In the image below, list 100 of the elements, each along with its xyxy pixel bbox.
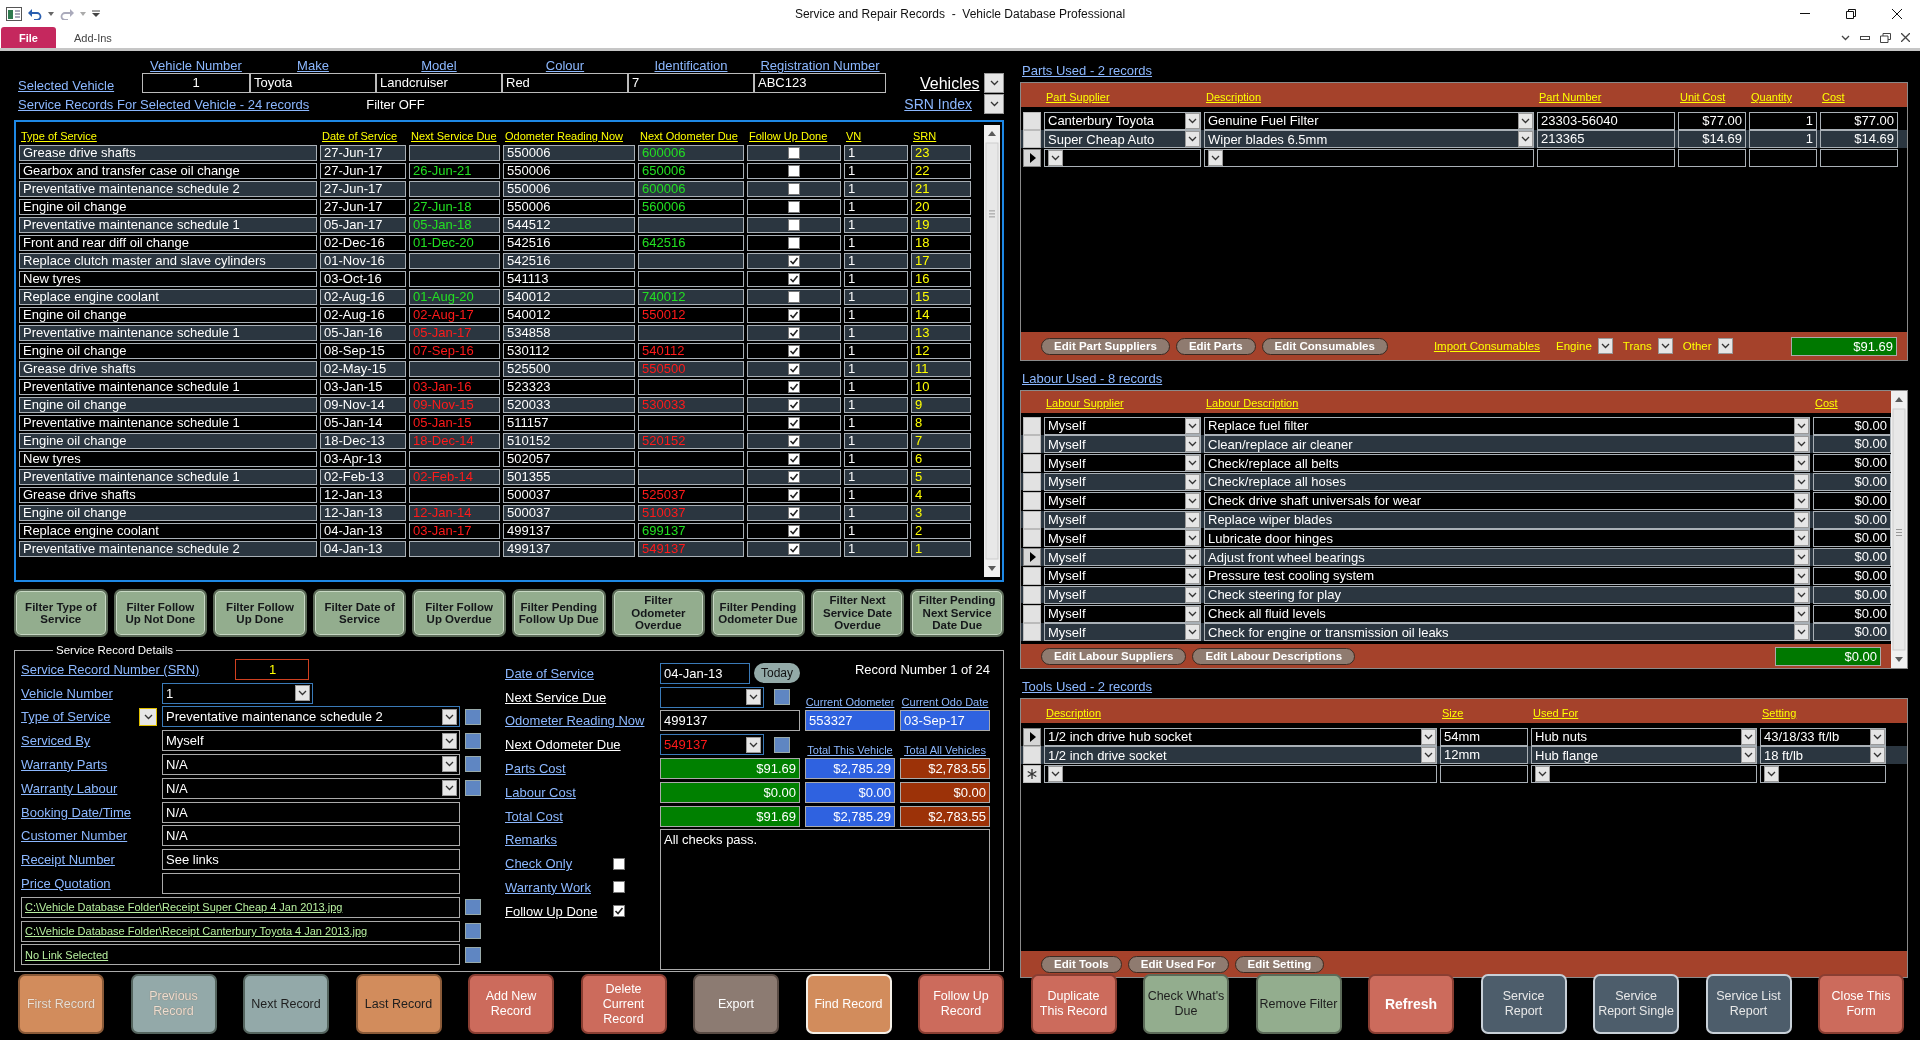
dropdown-button[interactable] bbox=[1185, 549, 1200, 566]
checkbox[interactable] bbox=[788, 219, 800, 231]
dropdown-button[interactable] bbox=[1741, 747, 1756, 764]
checkbox[interactable] bbox=[788, 309, 800, 321]
supplier-dropdown[interactable]: Myself bbox=[1044, 510, 1201, 529]
description-dropdown[interactable] bbox=[1204, 149, 1534, 168]
field-label-link[interactable]: Remarks bbox=[505, 832, 655, 848]
checkbox[interactable] bbox=[788, 273, 800, 285]
dropdown-button[interactable] bbox=[1421, 747, 1436, 764]
checkbox[interactable] bbox=[613, 857, 625, 870]
dropdown-button[interactable] bbox=[442, 732, 457, 749]
description-dropdown[interactable]: Genuine Fuel Filter bbox=[1204, 111, 1534, 130]
close-icon[interactable] bbox=[1901, 33, 1910, 42]
column-header[interactable]: Date of Service bbox=[320, 130, 406, 143]
column-heading-link[interactable]: Colour bbox=[545, 58, 585, 73]
field-label-link[interactable]: Check Only bbox=[505, 856, 573, 872]
checkbox[interactable] bbox=[788, 489, 800, 501]
srn-index-link[interactable]: SRN Index bbox=[904, 96, 972, 112]
field-label-link[interactable]: Warranty Parts bbox=[21, 756, 157, 772]
filter-button[interactable]: Filter Pending Follow Up Due bbox=[511, 589, 606, 637]
dropdown-button[interactable] bbox=[1185, 567, 1200, 584]
field-label-link[interactable]: Booking Date/Time bbox=[21, 804, 157, 820]
checkbox[interactable] bbox=[788, 507, 800, 519]
panel-title-link[interactable]: Tools Used - 2 records bbox=[1020, 679, 1908, 696]
row-selector[interactable] bbox=[1023, 765, 1041, 784]
column-header[interactable]: Labour Supplier bbox=[1044, 397, 1201, 410]
dropdown-button[interactable] bbox=[1657, 338, 1673, 354]
filter-button[interactable]: Filter Date of Service bbox=[312, 589, 407, 637]
field-label-link[interactable]: Type of Service bbox=[21, 709, 134, 725]
description-dropdown[interactable]: Replace fuel filter bbox=[1204, 416, 1810, 435]
row-selector[interactable] bbox=[1023, 746, 1041, 765]
edit-button[interactable]: Edit Used For bbox=[1127, 955, 1229, 973]
record-button[interactable]: Check What's Due bbox=[1143, 974, 1229, 1034]
record-button[interactable]: Service List Report bbox=[1705, 974, 1792, 1034]
dropdown-button[interactable] bbox=[1185, 455, 1200, 472]
dropdown-button[interactable] bbox=[1185, 605, 1200, 622]
column-header[interactable]: Used For bbox=[1531, 707, 1757, 720]
supplier-dropdown[interactable]: Myself bbox=[1044, 566, 1201, 585]
dropdown-button[interactable] bbox=[1870, 728, 1885, 745]
checkbox[interactable] bbox=[788, 363, 800, 375]
edit-button[interactable]: Edit Setting bbox=[1234, 955, 1325, 973]
column-header[interactable]: Next Odometer Due bbox=[638, 130, 744, 143]
field-label-link[interactable]: Customer Number bbox=[21, 828, 157, 844]
row-selector[interactable] bbox=[1023, 130, 1041, 149]
combo-field[interactable]: N/A bbox=[162, 753, 460, 775]
dropdown-button[interactable] bbox=[1794, 511, 1809, 528]
dropdown-button[interactable] bbox=[442, 708, 457, 725]
restore-icon[interactable] bbox=[1880, 32, 1891, 43]
square-button[interactable] bbox=[465, 946, 481, 963]
chevron-down-icon[interactable] bbox=[1841, 34, 1850, 41]
column-header[interactable]: Next Service Due bbox=[409, 130, 500, 143]
panel-title-link[interactable]: Parts Used - 2 records bbox=[1020, 63, 1908, 80]
record-button[interactable]: Follow Up Record bbox=[918, 974, 1004, 1034]
filter-button[interactable]: Filter Next Service Date Overdue bbox=[810, 589, 905, 637]
description-dropdown[interactable]: Check/replace all belts bbox=[1204, 454, 1810, 473]
dropdown-button[interactable] bbox=[1185, 511, 1200, 528]
vehicles-link[interactable]: Vehicles bbox=[920, 75, 984, 93]
checkbox[interactable] bbox=[788, 291, 800, 303]
setting-dropdown[interactable] bbox=[1760, 765, 1886, 784]
column-header[interactable]: Setting bbox=[1760, 707, 1886, 720]
setting-dropdown[interactable]: 43/18/33 ft/lb bbox=[1760, 727, 1886, 746]
dropdown-button[interactable] bbox=[1794, 586, 1809, 603]
dropdown-button[interactable] bbox=[1870, 747, 1885, 764]
odometer-field[interactable]: 499137 bbox=[660, 710, 800, 732]
record-button[interactable]: Remove Filter bbox=[1255, 974, 1342, 1034]
checkbox[interactable] bbox=[613, 905, 625, 918]
row-selector[interactable] bbox=[1023, 491, 1041, 510]
supplier-dropdown[interactable]: Myself bbox=[1044, 604, 1201, 623]
supplier-dropdown[interactable]: Myself bbox=[1044, 416, 1201, 435]
row-selector[interactable] bbox=[1023, 566, 1041, 585]
checkbox[interactable] bbox=[788, 147, 800, 159]
record-button[interactable]: Last Record bbox=[355, 974, 442, 1034]
dropdown-button[interactable] bbox=[1185, 530, 1200, 547]
column-header[interactable]: Part Supplier bbox=[1044, 91, 1201, 104]
dropdown-button[interactable] bbox=[1741, 728, 1756, 745]
column-heading-link[interactable]: Total All Vehicles bbox=[900, 743, 990, 756]
text-field[interactable]: N/A bbox=[162, 801, 460, 823]
file-link[interactable]: No Link Selected bbox=[21, 944, 460, 966]
column-header[interactable]: Odometer Reading Now bbox=[503, 130, 635, 143]
odometer-dropdown[interactable]: 549137 bbox=[660, 734, 764, 756]
dropdown-button[interactable] bbox=[1518, 112, 1533, 129]
description-dropdown[interactable]: Adjust front wheel bearings bbox=[1204, 548, 1810, 567]
field-label-link[interactable]: Vehicle Number bbox=[21, 685, 157, 701]
used-for-dropdown[interactable]: Hub nuts bbox=[1531, 727, 1757, 746]
dropdown-button[interactable] bbox=[1794, 567, 1809, 584]
checkbox[interactable] bbox=[788, 417, 800, 429]
customize-icon[interactable] bbox=[92, 9, 100, 18]
description-dropdown[interactable]: 1/2 inch drive hub socket bbox=[1044, 727, 1437, 746]
panel-title-link[interactable]: Labour Used - 8 records bbox=[1020, 371, 1908, 388]
date-dropdown[interactable] bbox=[660, 686, 764, 708]
dropdown-button[interactable] bbox=[1185, 474, 1200, 490]
srn-field[interactable]: 1 bbox=[235, 658, 309, 680]
checkbox[interactable] bbox=[788, 327, 800, 339]
combo-field[interactable]: Preventative maintenance schedule 2 bbox=[162, 706, 460, 728]
square-button[interactable] bbox=[774, 689, 790, 706]
record-button[interactable]: Add New Record bbox=[468, 974, 554, 1034]
checkbox[interactable] bbox=[788, 471, 800, 483]
checkbox[interactable] bbox=[788, 453, 800, 465]
row-selector[interactable] bbox=[1023, 585, 1041, 604]
description-dropdown[interactable]: 1/2 inch drive socket bbox=[1044, 746, 1437, 765]
